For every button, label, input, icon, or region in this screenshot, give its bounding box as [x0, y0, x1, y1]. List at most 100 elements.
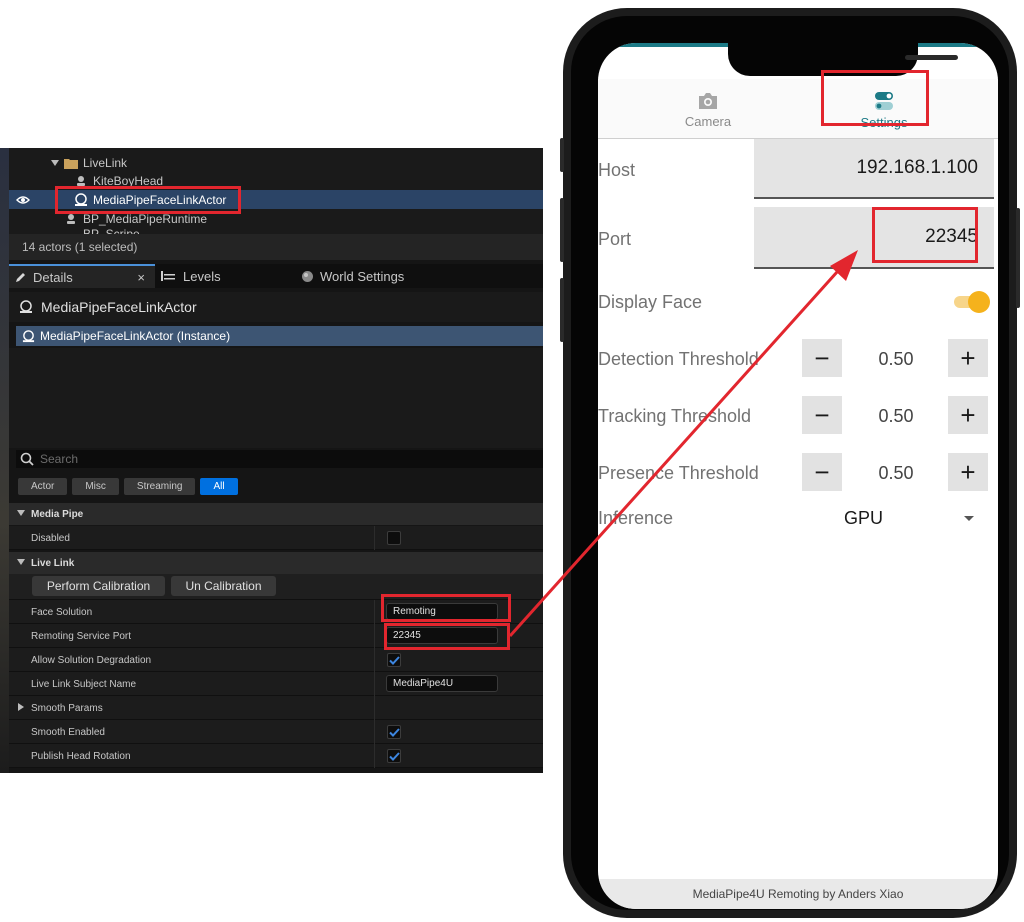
detection-plus-button[interactable]: + — [948, 339, 988, 377]
camera-icon — [697, 92, 719, 110]
phone-screen: Camera Settings Host 192.168.1.100 Port … — [598, 43, 998, 909]
prop-disabled: Disabled — [9, 526, 543, 550]
outliner-folder-label: LiveLink — [83, 155, 128, 170]
expand-arrow-icon[interactable] — [18, 703, 24, 711]
perform-calibration-button[interactable]: Perform Calibration — [32, 576, 165, 596]
details-title-label: MediaPipeFaceLinkActor — [41, 299, 197, 315]
tab-levels-label: Levels — [183, 268, 221, 284]
category-label: Live Link — [31, 557, 75, 569]
port-label: Port — [598, 229, 632, 249]
tracking-threshold-value: 0.50 — [878, 406, 914, 426]
phone-volume-up — [560, 198, 564, 262]
detection-threshold-value: 0.50 — [878, 349, 914, 369]
category-label: Media Pipe — [31, 508, 84, 520]
prop-label: Publish Head Rotation — [31, 750, 131, 762]
presence-plus-button[interactable]: + — [948, 453, 988, 491]
components-area — [9, 348, 543, 448]
instance-label: MediaPipeFaceLinkActor (Instance) — [40, 329, 231, 343]
details-actor-title: MediaPipeFaceLinkActor — [9, 292, 543, 322]
checkmark-icon — [388, 727, 400, 737]
prop-live-link-subject-name: Live Link Subject Name MediaPipe4U — [9, 672, 543, 696]
tracking-plus-button[interactable]: + — [948, 396, 988, 434]
phone-power-button — [1016, 208, 1020, 308]
prop-publish-head-rotation: Publish Head Rotation — [9, 744, 543, 768]
prop-label: Live Link Subject Name — [31, 678, 137, 690]
allow-degradation-checkbox[interactable] — [387, 653, 401, 667]
detection-minus-button[interactable]: − — [802, 339, 842, 377]
actor-icon — [19, 300, 33, 314]
tab-camera[interactable]: Camera — [608, 83, 808, 137]
filter-all-button[interactable]: All — [200, 478, 238, 495]
tab-world-settings[interactable]: World Settings — [295, 264, 425, 288]
expand-arrow-icon[interactable] — [51, 159, 59, 166]
actor-count: 14 actors (1 selected) — [9, 234, 543, 260]
visibility-eye-icon[interactable] — [9, 195, 37, 205]
prop-smooth-params[interactable]: Smooth Params — [9, 696, 543, 720]
tab-world-settings-label: World Settings — [320, 268, 405, 284]
inference-dropdown[interactable]: GPU — [798, 501, 990, 535]
folder-icon — [64, 156, 78, 170]
levels-icon — [161, 270, 175, 282]
host-label: Host — [598, 160, 636, 180]
inference-label: Inference — [598, 508, 674, 528]
prop-label: Remoting Service Port — [31, 630, 132, 642]
inference-value: GPU — [844, 508, 884, 528]
highlight-remoting-port — [384, 623, 510, 650]
detection-threshold-label: Detection Threshold — [598, 349, 759, 369]
tab-details[interactable]: Details × — [9, 264, 155, 288]
prop-label: Disabled — [31, 532, 70, 544]
search-icon — [20, 452, 34, 466]
collapse-arrow-icon — [17, 559, 25, 565]
prop-label: Allow Solution Degradation — [31, 654, 152, 666]
actor-icon — [22, 329, 35, 343]
publish-head-rotation-checkbox[interactable] — [387, 749, 401, 763]
highlight-face-solution — [381, 594, 511, 622]
display-face-toggle[interactable] — [954, 290, 990, 314]
highlight-settings-tab — [821, 70, 929, 126]
unreal-editor-panel: LiveLink KiteBoyHead MediaPipeFaceLinkAc… — [0, 148, 543, 773]
front-camera — [994, 53, 998, 63]
phone-mute-switch — [560, 138, 564, 172]
component-instance-row[interactable]: MediaPipeFaceLinkActor (Instance) — [16, 326, 543, 346]
filter-actor-button[interactable]: Actor — [18, 478, 68, 495]
category-media-pipe[interactable]: Media Pipe — [9, 503, 543, 525]
phone-bezel: Camera Settings Host 192.168.1.100 Port … — [571, 16, 1009, 910]
presence-minus-button[interactable]: − — [802, 453, 842, 491]
prop-label: Smooth Params — [31, 702, 103, 714]
collapse-arrow-icon — [17, 510, 25, 516]
category-live-link[interactable]: Live Link — [9, 552, 543, 574]
smooth-enabled-checkbox[interactable] — [387, 725, 401, 739]
pencil-icon — [15, 271, 27, 283]
outliner-folder-livelink[interactable]: LiveLink — [9, 153, 543, 172]
subject-name-field[interactable]: MediaPipe4U — [386, 675, 498, 692]
phone-frame: Camera Settings Host 192.168.1.100 Port … — [560, 8, 1020, 918]
app-tab-bar: Camera Settings — [598, 79, 998, 139]
disabled-checkbox[interactable] — [387, 531, 401, 545]
checkmark-icon — [388, 751, 400, 761]
display-face-label: Display Face — [598, 292, 703, 312]
viewport-edge — [0, 148, 9, 773]
checkmark-icon — [388, 655, 400, 665]
tab-camera-label: Camera — [684, 113, 732, 129]
details-tab-bar: Details × Levels World Settings — [9, 264, 543, 288]
host-input[interactable]: 192.168.1.100 — [754, 139, 994, 199]
search-placeholder: Search — [40, 452, 79, 466]
highlight-port-field — [872, 207, 978, 263]
prop-label: Smooth Enabled — [31, 726, 105, 738]
dropdown-arrow-icon — [964, 516, 974, 521]
filter-streaming-button[interactable]: Streaming — [123, 478, 196, 495]
globe-icon — [301, 270, 314, 283]
earpiece — [905, 55, 958, 60]
tab-details-label: Details — [33, 269, 73, 285]
presence-threshold-label: Presence Threshold — [598, 463, 759, 483]
details-search-box[interactable]: Search — [16, 450, 543, 468]
presence-threshold-value: 0.50 — [878, 463, 914, 483]
filter-misc-button[interactable]: Misc — [72, 478, 119, 495]
highlight-selected-actor — [55, 186, 241, 214]
tab-levels[interactable]: Levels — [155, 264, 295, 288]
un-calibration-button[interactable]: Un Calibration — [171, 576, 276, 596]
prop-label: Face Solution — [31, 606, 93, 618]
prop-allow-solution-degradation: Allow Solution Degradation — [9, 648, 543, 672]
tracking-minus-button[interactable]: − — [802, 396, 842, 434]
close-icon[interactable]: × — [137, 270, 145, 285]
